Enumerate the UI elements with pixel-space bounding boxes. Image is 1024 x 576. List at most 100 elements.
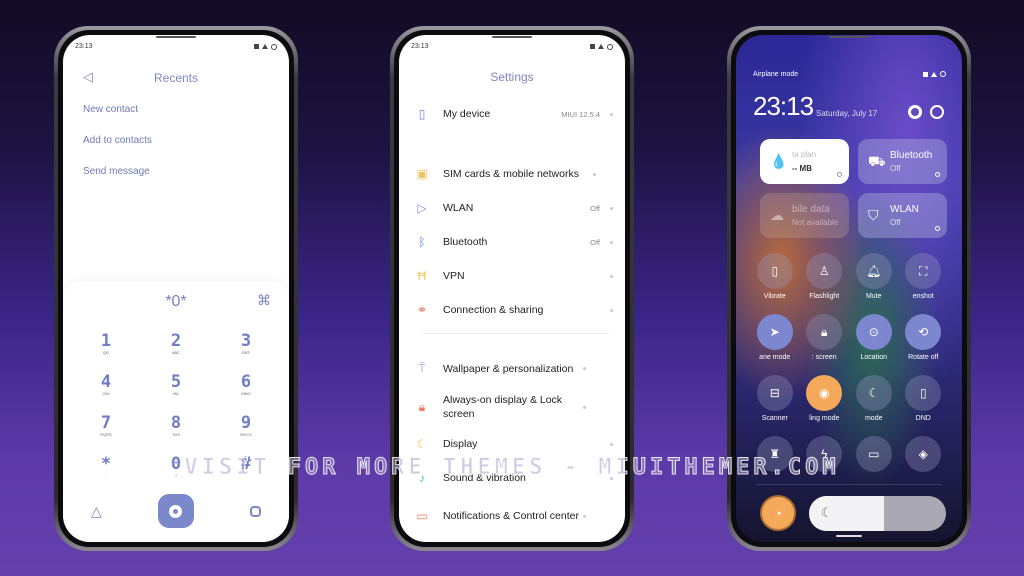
settings-item[interactable]: ☾ Display	[415, 437, 613, 451]
bluetooth-icon: ᛒ	[418, 235, 426, 249]
toggle-icon: ♜	[756, 436, 793, 472]
quick-toggle[interactable]: ⛶ enshot	[899, 253, 949, 302]
miui-version: MIUI 12.5.4	[561, 109, 600, 119]
mobile-data-tile[interactable]: ☁ bile data Not available	[760, 193, 849, 238]
quick-toggle[interactable]: ▯ Vibrate	[750, 253, 800, 302]
speaker	[156, 36, 196, 38]
quick-toggle[interactable]: ☾ mode	[849, 375, 899, 424]
dial-key[interactable]: #	[211, 456, 281, 479]
send-message-link[interactable]: Send message	[83, 166, 150, 177]
edit-icon[interactable]	[930, 105, 944, 119]
dial-key[interactable]: 5 JKL	[141, 374, 211, 397]
toggle-label: Vibrate	[763, 293, 786, 300]
tile-title: WLAN	[890, 204, 919, 215]
settings-item-label: Notifications & Control center	[443, 510, 579, 522]
key-letters: GHI	[102, 391, 110, 396]
collapse-icon[interactable]: △	[91, 503, 102, 520]
settings-item-label: My device	[443, 108, 491, 120]
dial-key[interactable]: *,	[71, 456, 141, 479]
quick-toggle[interactable]: ⊙ Location	[849, 314, 899, 363]
settings-item[interactable]: ▣ SIM cards & mobile networks	[415, 167, 613, 181]
settings-item[interactable]: ᛒ Bluetooth Off	[415, 235, 613, 249]
tile-indicator	[935, 226, 940, 231]
toggle-icon: ϟ	[806, 436, 843, 472]
settings-item[interactable]: Ħ VPN	[415, 269, 613, 283]
key-letters: JKL	[172, 391, 180, 396]
wlan-tile[interactable]: ⛉ WLAN Off	[858, 193, 947, 238]
dial-key[interactable]: 3 DEF	[211, 333, 281, 356]
tile-indicator	[837, 172, 842, 177]
key-letters: ,	[105, 473, 107, 478]
status-bar: 23:13	[411, 43, 613, 50]
toggle-icon: ◉	[806, 375, 843, 411]
key-letters: ABC	[171, 350, 181, 355]
quick-toggle[interactable]: 🔒︎: screen	[800, 314, 850, 363]
connection-icon: ⚭	[416, 303, 428, 317]
brightness-slider[interactable]: ☾	[809, 496, 946, 531]
quick-toggle[interactable]: ♜	[750, 436, 800, 485]
dial-key[interactable]: 9 WXYZ	[211, 415, 281, 438]
battery-icon	[940, 71, 946, 77]
home-indicator[interactable]	[836, 535, 862, 537]
chevron-icon	[583, 405, 586, 409]
phone-dialer: 23:13 ◁ Recents New contact Add to conta…	[54, 26, 298, 551]
dial-key[interactable]: 1 QO	[71, 333, 141, 356]
settings-item[interactable]: ♪ Sound & vibration	[415, 471, 613, 485]
data-plan-tile[interactable]: 💧 ta plan -- MB	[760, 139, 849, 184]
dial-key[interactable]: 4 GHI	[71, 374, 141, 397]
quick-toggle[interactable]: ▭	[849, 436, 899, 485]
cloud-icon: ☁	[770, 207, 784, 223]
call-button[interactable]	[157, 494, 194, 528]
new-contact-link[interactable]: New contact	[83, 104, 138, 115]
toggle-icon: ▭	[855, 436, 892, 472]
settings-gear-icon[interactable]	[908, 105, 922, 119]
settings-item[interactable]: ⍑ Wallpaper & personalization	[415, 361, 613, 376]
more-icon[interactable]	[249, 505, 261, 517]
toggle-label: Flashlight	[809, 293, 840, 300]
bluetooth-tile[interactable]: ⛟ Bluetooth Off	[858, 139, 947, 184]
toggle-icon: ➤	[756, 314, 793, 350]
airplane-mode-label: Airplane mode	[753, 71, 799, 78]
water-drop-icon: 💧	[770, 153, 788, 169]
wifi-icon	[931, 71, 937, 77]
settings-item[interactable]: ▭ Notifications & Control center	[415, 509, 613, 523]
dial-key[interactable]: 8 TUV	[141, 415, 211, 438]
tile-indicator	[935, 172, 940, 177]
quick-toggle[interactable]: ♙ Flashlight	[800, 253, 850, 302]
wifi-icon	[598, 44, 604, 49]
vpn-icon: Ħ	[417, 269, 427, 283]
quick-toggle[interactable]: ϟ	[800, 436, 850, 485]
quick-toggle[interactable]: ➤ ane mode	[750, 314, 800, 363]
dial-key[interactable]: 0 +	[141, 456, 211, 479]
auto-brightness-button[interactable]: ◔	[760, 495, 796, 531]
quick-toggle[interactable]: ⊟ Scanner	[750, 375, 800, 424]
delete-icon[interactable]: ⌘	[257, 292, 271, 309]
dial-input[interactable]: *0*	[63, 293, 289, 311]
key-digit: 7	[100, 413, 112, 433]
settings-item-my-device[interactable]: ▯ My device MIUI 12.5.4	[415, 107, 613, 121]
key-digit: 3	[240, 331, 252, 351]
quick-toggle[interactable]: ◉ ling mode	[800, 375, 850, 424]
status-bar: 23:13	[75, 43, 277, 50]
toggle-icon: ⛶	[905, 253, 942, 289]
wallpaper-icon: ⍑	[418, 361, 426, 375]
status-time: 23:13	[75, 43, 93, 50]
settings-item[interactable]: 🔒︎ Always-on display & Lock screen	[415, 393, 613, 421]
page-title: Recents	[153, 71, 199, 85]
settings-item[interactable]: ⚭ Connection & sharing	[415, 303, 613, 317]
quick-toggle[interactable]: ▯ DND	[899, 375, 949, 424]
dial-key[interactable]: 7 PQRS	[71, 415, 141, 438]
status-time: 23:13	[411, 43, 429, 50]
add-to-contacts-link[interactable]: Add to contacts	[83, 135, 152, 146]
dial-key[interactable]: 6 MNO	[211, 374, 281, 397]
dial-key[interactable]: 2 ABC	[141, 333, 211, 356]
tile-subtitle: Off	[890, 218, 901, 227]
toggle-icon: ♙	[806, 253, 843, 289]
toggle-label: Mute	[865, 293, 882, 300]
lock-icon: 🔒︎	[418, 399, 426, 414]
key-digit: 1	[100, 331, 112, 351]
quick-toggle[interactable]: ⟲ Rotate off	[899, 314, 949, 363]
settings-item[interactable]: ▷ WLAN Off	[415, 201, 613, 215]
quick-toggle[interactable]: 🔔︎ Mute	[849, 253, 899, 302]
quick-toggle[interactable]: ◈	[899, 436, 949, 485]
